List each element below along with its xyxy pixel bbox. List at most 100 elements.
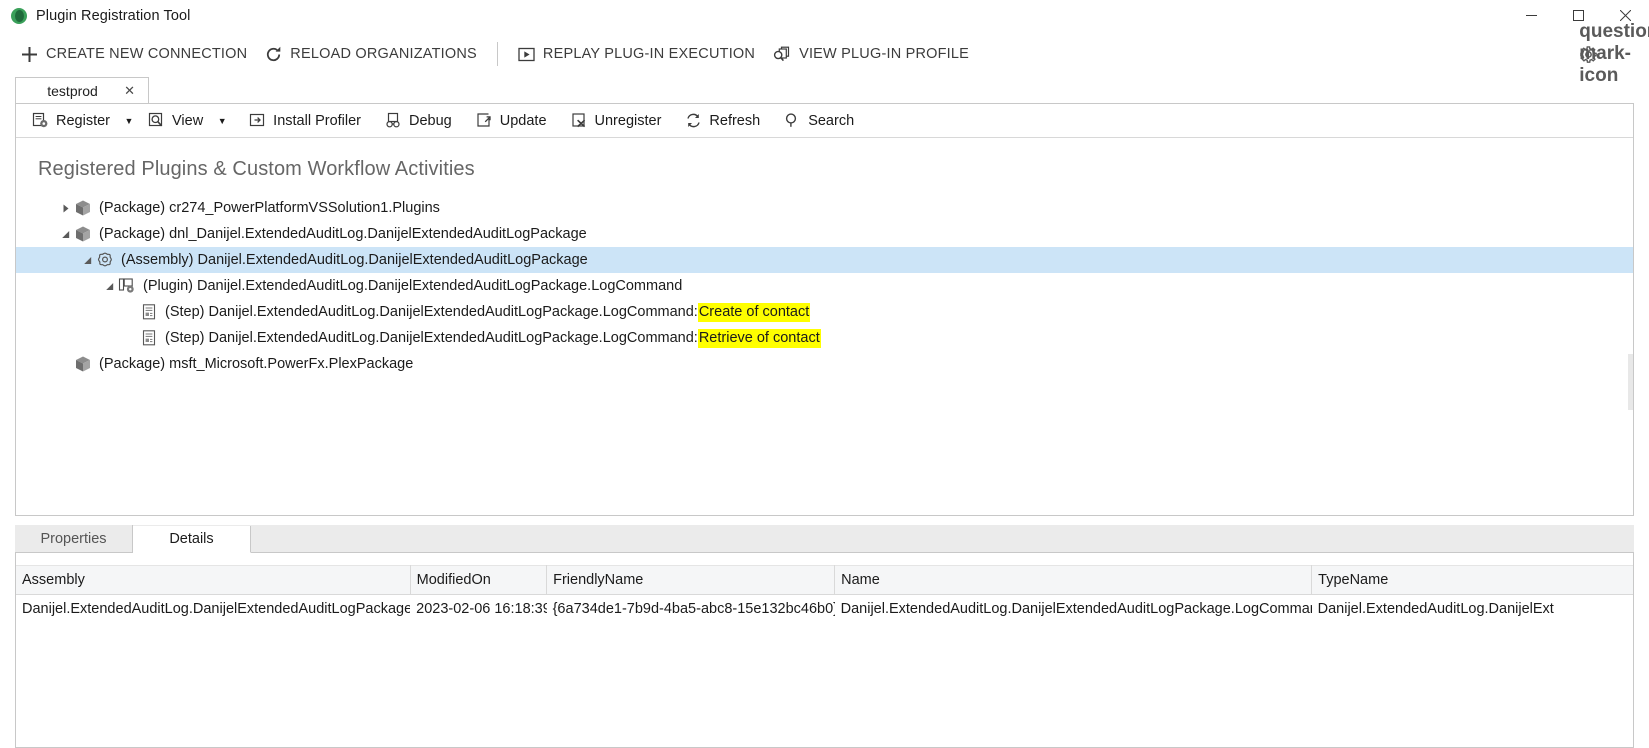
replay-plugin-execution-label: REPLAY PLUG-IN EXECUTION (542, 46, 756, 62)
tab-properties[interactable]: Properties (15, 525, 133, 552)
tree-row-label: (Assembly) Danijel.ExtendedAuditLog.Dani… (121, 252, 588, 268)
app-logo-icon (11, 7, 27, 24)
grid-cell: Danijel.ExtendedAuditLog.DanijelExtended… (16, 594, 411, 623)
grid-column-header[interactable]: Name (834, 565, 1313, 595)
tree-row-label: (Step) Danijel.ExtendedAuditLog.DanijelE… (165, 330, 698, 346)
chevron-down-icon: ▼ (217, 115, 227, 126)
register-button[interactable]: Register (24, 107, 118, 134)
plugin-tree[interactable]: (Package) cr274_PowerPlatformVSSolution1… (16, 181, 1633, 377)
grid-column-header[interactable]: FriendlyName (546, 565, 836, 595)
debug-glasses-icon (385, 112, 402, 129)
command-separator (496, 42, 498, 66)
page-title: Registered Plugins & Custom Workflow Act… (38, 158, 475, 180)
plugin-icon (118, 277, 136, 295)
help-button[interactable]: question-mark-icon (1579, 21, 1649, 86)
chevron-down-icon[interactable] (78, 256, 96, 265)
details-tab-strip: Properties Details (15, 525, 1634, 553)
grid-cell: Danijel.ExtendedAuditLog.DanijelExtended… (834, 594, 1312, 623)
tree-row[interactable]: (Package) msft_Microsoft.PowerFx.PlexPac… (16, 351, 1633, 377)
step-icon (140, 303, 158, 321)
search-label: Search (808, 112, 855, 129)
magnifier-icon (784, 112, 801, 129)
tree-row[interactable]: (Step) Danijel.ExtendedAuditLog.DanijelE… (16, 325, 1633, 351)
tree-row[interactable]: (Step) Danijel.ExtendedAuditLog.DanijelE… (16, 299, 1633, 325)
tree-row[interactable]: (Package) cr274_PowerPlatformVSSolution1… (16, 195, 1633, 221)
command-bar: CREATE NEW CONNECTION RELOAD ORGANIZATIO… (0, 21, 1649, 86)
view-plugin-profile-button[interactable]: VIEW PLUG-IN PROFILE (764, 37, 978, 71)
connection-tab-strip: testprod ✕ (15, 77, 1634, 103)
register-dropdown-button[interactable]: ▼ (118, 107, 140, 134)
chevron-down-icon[interactable] (100, 282, 118, 291)
tab-close-icon[interactable]: ✕ (121, 84, 138, 97)
tree-row[interactable]: (Assembly) Danijel.ExtendedAuditLog.Dani… (16, 247, 1633, 273)
assembly-icon (96, 251, 114, 269)
step-icon (140, 329, 158, 347)
register-label: Register (56, 112, 110, 129)
package-icon (74, 199, 92, 217)
refresh-label: Refresh (709, 112, 761, 129)
refresh-circle-icon (265, 46, 282, 63)
tree-row[interactable]: (Plugin) Danijel.ExtendedAuditLog.Danije… (16, 273, 1633, 299)
grid-cell: Danijel.ExtendedAuditLog.DanijelExt (1311, 594, 1633, 623)
debug-button[interactable]: Debug (377, 107, 460, 134)
unregister-button[interactable]: Unregister (563, 107, 670, 134)
profile-search-icon (773, 46, 791, 63)
tree-row-label: (Step) Danijel.ExtendedAuditLog.DanijelE… (165, 304, 698, 320)
install-profiler-label: Install Profiler (273, 112, 362, 129)
reload-organizations-button[interactable]: RELOAD ORGANIZATIONS (256, 37, 486, 71)
refresh-icon (685, 112, 702, 129)
tree-row[interactable]: (Package) dnl_Danijel.ExtendedAuditLog.D… (16, 221, 1633, 247)
details-grid: Assembly ModifiedOn FriendlyName Name TypeNa… (16, 565, 1633, 623)
grid-column-header[interactable]: TypeName (1311, 565, 1633, 595)
chevron-right-icon[interactable] (56, 204, 74, 213)
grid-cell: 2023-02-06 16:18:39 (410, 594, 547, 623)
details-pane: Properties Details Assembly ModifiedOn Fri… (15, 525, 1634, 748)
view-button[interactable]: View (140, 107, 211, 134)
chevron-down-icon[interactable] (56, 230, 74, 239)
view-dropdown-button[interactable]: ▼ (211, 107, 233, 134)
grid-column-header[interactable]: ModifiedOn (410, 565, 548, 595)
register-icon (32, 112, 49, 129)
close-icon (1620, 10, 1631, 21)
minimize-button[interactable] (1508, 0, 1555, 31)
reload-organizations-label: RELOAD ORGANIZATIONS (290, 46, 477, 62)
tree-row-label: (Package) cr274_PowerPlatformVSSolution1… (99, 200, 440, 216)
view-plugin-profile-label: VIEW PLUG-IN PROFILE (799, 46, 970, 62)
tree-row-label: (Package) msft_Microsoft.PowerFx.PlexPac… (99, 356, 414, 372)
install-profiler-icon (249, 112, 266, 129)
create-new-connection-label: CREATE NEW CONNECTION (46, 46, 248, 62)
tab-testprod[interactable]: testprod ✕ (15, 77, 149, 103)
details-grid-container[interactable]: Assembly ModifiedOn FriendlyName Name TypeNa… (15, 553, 1634, 748)
tree-scrollbar[interactable] (1628, 354, 1633, 410)
tree-row-highlight: Create of contact (697, 302, 811, 322)
debug-label: Debug (409, 112, 452, 129)
grid-column-header[interactable]: Assembly (16, 565, 411, 595)
update-icon (476, 112, 493, 129)
tab-details[interactable]: Details (133, 526, 251, 553)
refresh-button[interactable]: Refresh (677, 107, 768, 134)
maximize-icon (1573, 10, 1584, 21)
tab-details-label: Details (169, 531, 214, 547)
replay-plugin-execution-button[interactable]: REPLAY PLUG-IN EXECUTION (509, 37, 764, 71)
update-button[interactable]: Update (468, 107, 555, 134)
plus-icon (21, 46, 38, 63)
tab-testprod-label: testprod (47, 82, 98, 99)
minimize-icon (1526, 15, 1537, 16)
tree-row-label: (Plugin) Danijel.ExtendedAuditLog.Danije… (143, 278, 683, 294)
search-button[interactable]: Search (776, 107, 862, 134)
table-row[interactable]: Danijel.ExtendedAuditLog.DanijelExtended… (16, 594, 1633, 623)
update-label: Update (499, 112, 547, 129)
install-profiler-button[interactable]: Install Profiler (241, 107, 369, 134)
chevron-down-icon: ▼ (124, 115, 134, 126)
unregister-label: Unregister (594, 112, 662, 129)
tree-row-label: (Package) dnl_Danijel.ExtendedAuditLog.D… (99, 226, 587, 242)
window-title: Plugin Registration Tool (36, 7, 191, 24)
command-bar-right-icons: question-mark-icon (1571, 21, 1649, 86)
package-icon (74, 225, 92, 243)
tab-properties-label: Properties (40, 530, 107, 547)
package-icon (74, 355, 92, 373)
create-new-connection-button[interactable]: CREATE NEW CONNECTION (12, 37, 256, 71)
unregister-icon (571, 112, 588, 129)
grid-cell: {6a734de1-7b9d-4ba5-abc8-15e132bc46b0} (546, 594, 835, 623)
plugin-toolbar: Register ▼ View ▼ Install Profiler Debug… (16, 104, 1633, 138)
